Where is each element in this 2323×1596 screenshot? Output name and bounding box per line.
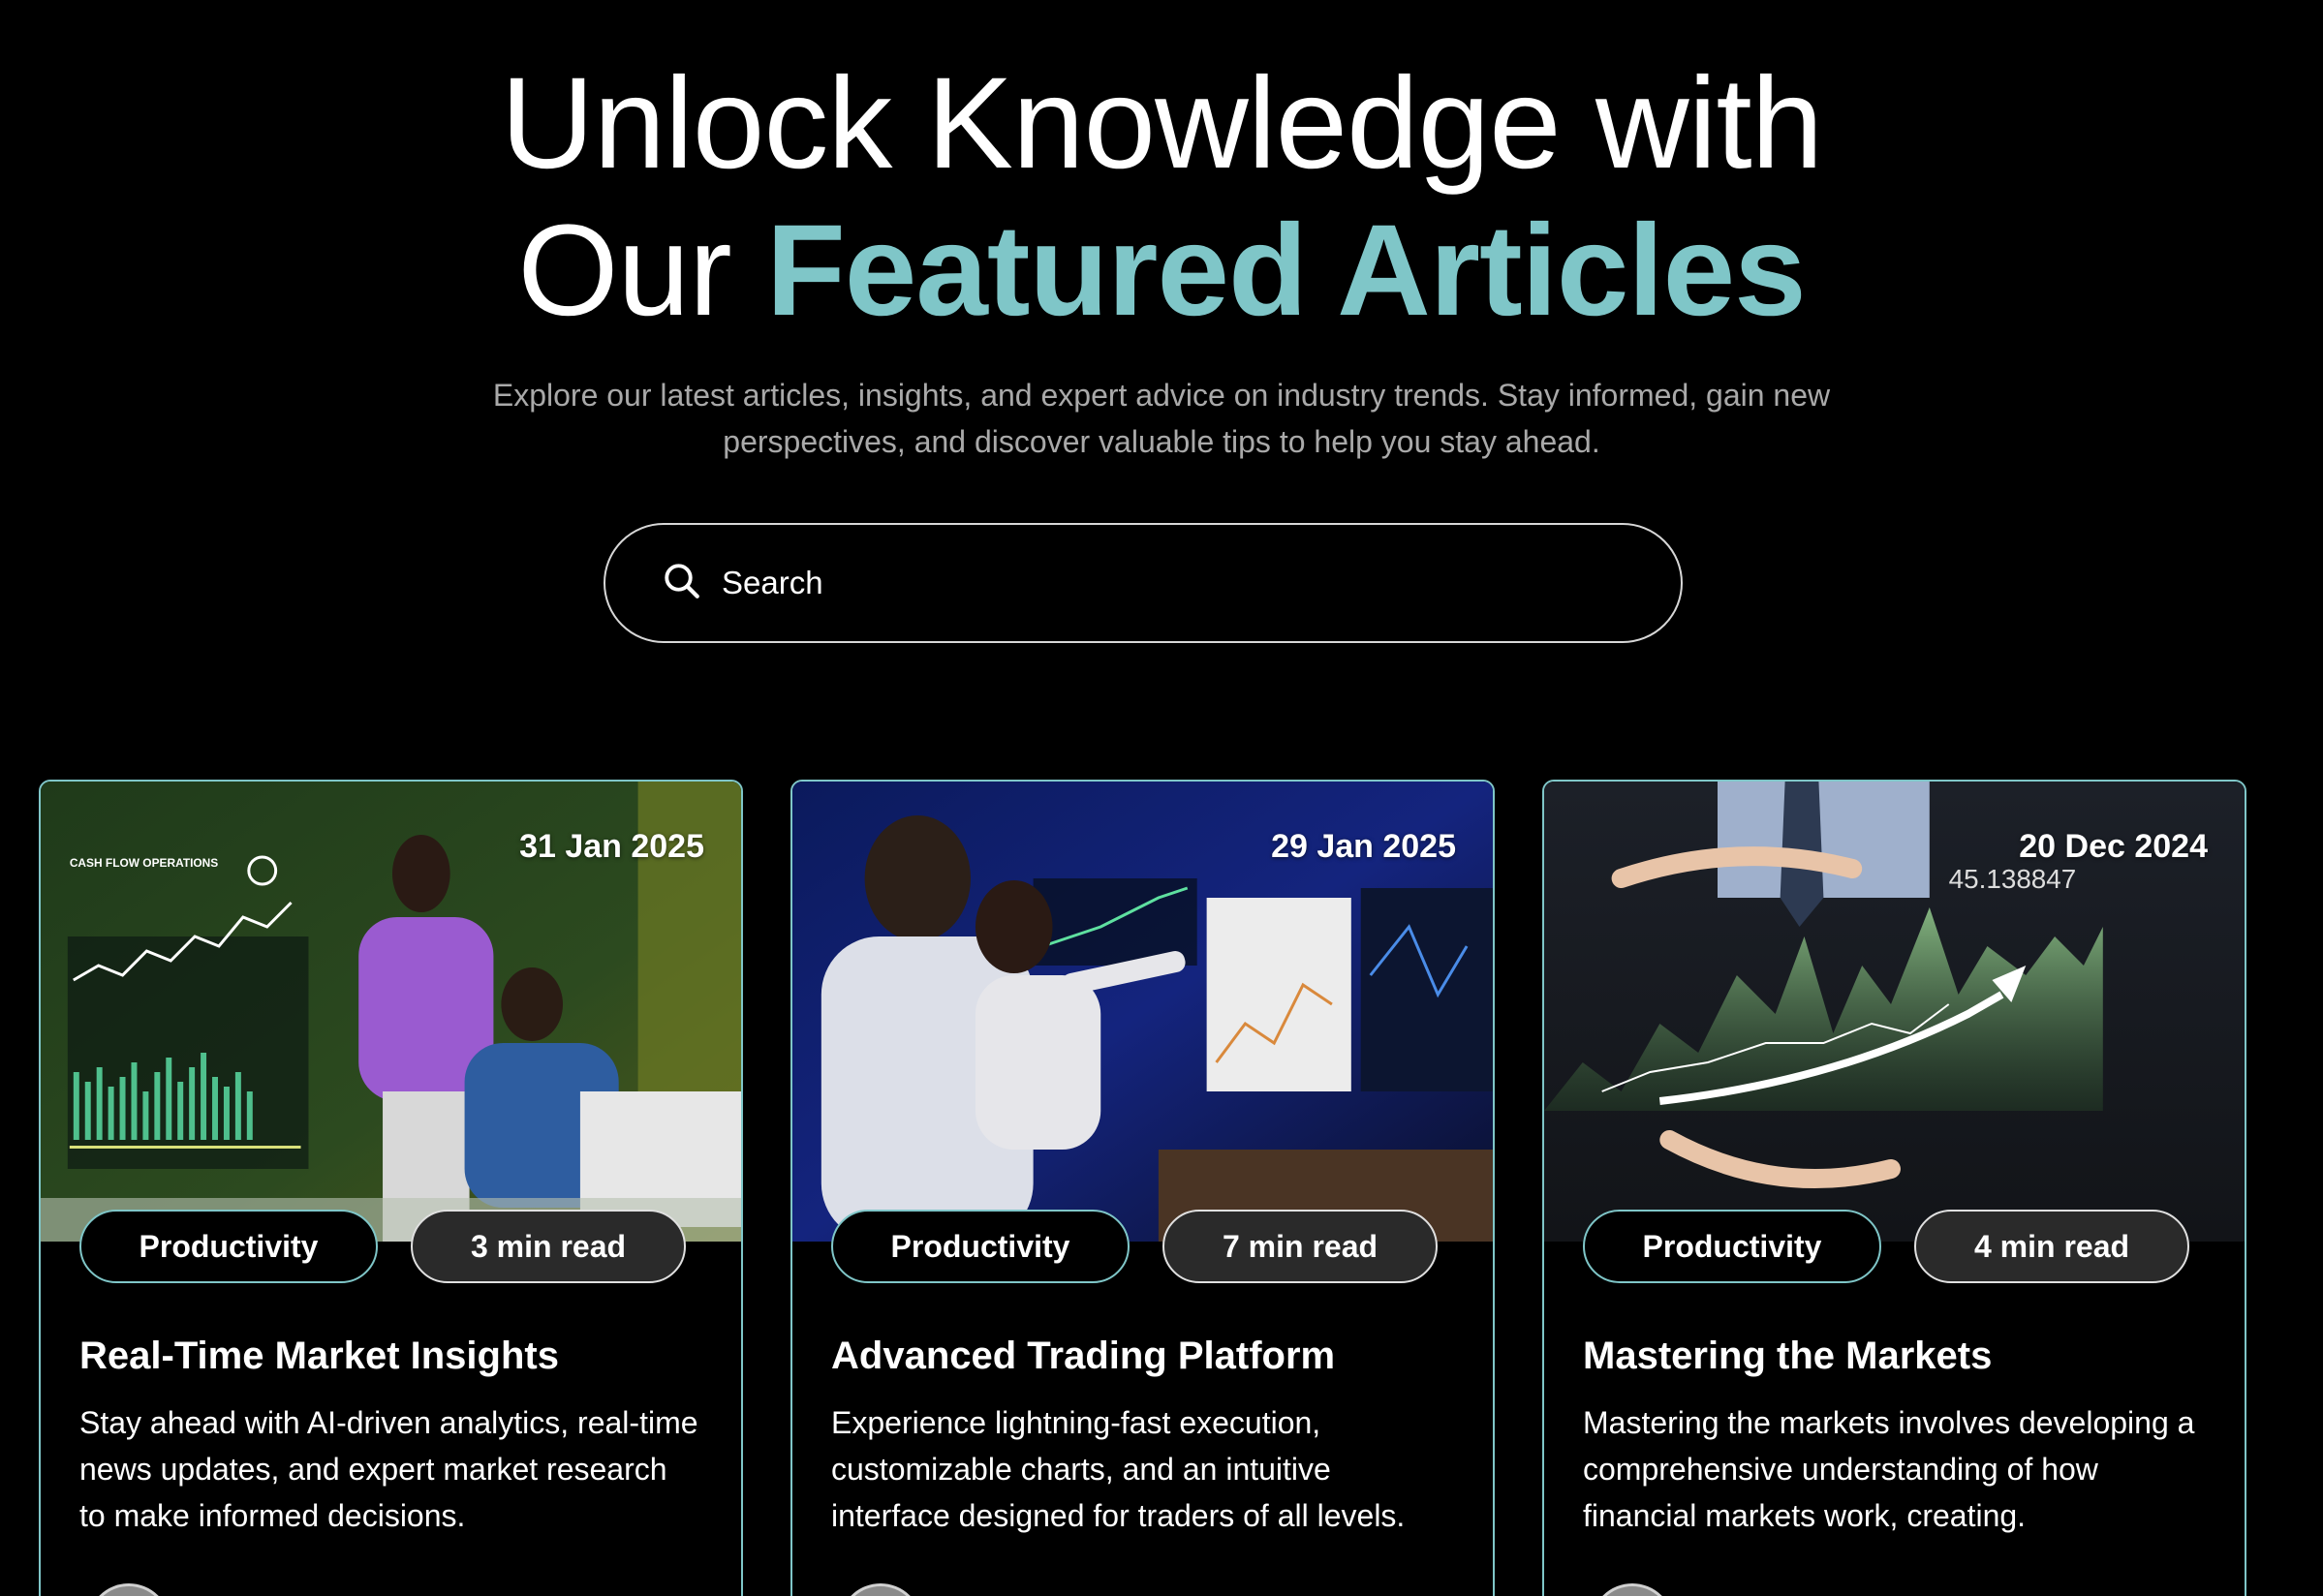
hero-title-plain: Our	[517, 199, 766, 343]
search-icon	[662, 561, 702, 606]
article-date: 29 Jan 2025	[1271, 828, 1456, 865]
read-time-badge: 3 min read	[411, 1210, 686, 1283]
article-title[interactable]: Real-Time Market Insights	[79, 1332, 719, 1380]
author-avatar	[87, 1583, 170, 1596]
author-avatar	[839, 1583, 922, 1596]
hero-subtitle: Explore our latest articles, insights, a…	[492, 378, 1831, 459]
article-title[interactable]: Mastering the Markets	[1583, 1332, 2222, 1380]
category-tag[interactable]: Productivity	[831, 1210, 1130, 1283]
image-caption: CASH FLOW OPERATIONS	[70, 856, 218, 870]
article-card[interactable]: 45.138847 20 Dec 2024 Productivity 4 min…	[1542, 780, 2246, 1596]
search-bar[interactable]	[604, 523, 1683, 643]
article-date: 31 Jan 2025	[519, 828, 704, 865]
read-time-badge: 7 min read	[1162, 1210, 1438, 1283]
article-description: Experience lightning-fast execution, cus…	[831, 1405, 1406, 1533]
article-title[interactable]: Advanced Trading Platform	[831, 1332, 1471, 1380]
search-input[interactable]	[722, 565, 1594, 601]
article-description: Mastering the markets involves developin…	[1583, 1405, 2195, 1533]
author-avatar	[1591, 1583, 1674, 1596]
category-tag[interactable]: Productivity	[79, 1210, 378, 1283]
hero-title-accent: Featured Articles	[765, 199, 1807, 343]
hero-title: Unlock Knowledge with Our Featured Artic…	[0, 50, 2323, 345]
image-caption: 45.138847	[1949, 864, 2077, 894]
read-time-badge: 4 min read	[1914, 1210, 2189, 1283]
articles-page: Unlock Knowledge with Our Featured Artic…	[0, 0, 2323, 1596]
article-card[interactable]: CASH FLOW OPERATIONS 31 Jan 2025 Product…	[39, 780, 743, 1596]
article-date: 20 Dec 2024	[2019, 828, 2208, 865]
category-tag[interactable]: Productivity	[1583, 1210, 1881, 1283]
hero-title-line1: Unlock Knowledge with	[500, 51, 1823, 196]
article-description: Stay ahead with AI-driven analytics, rea…	[79, 1405, 698, 1533]
article-card[interactable]: 29 Jan 2025 Productivity 7 min read Adva…	[790, 780, 1495, 1596]
